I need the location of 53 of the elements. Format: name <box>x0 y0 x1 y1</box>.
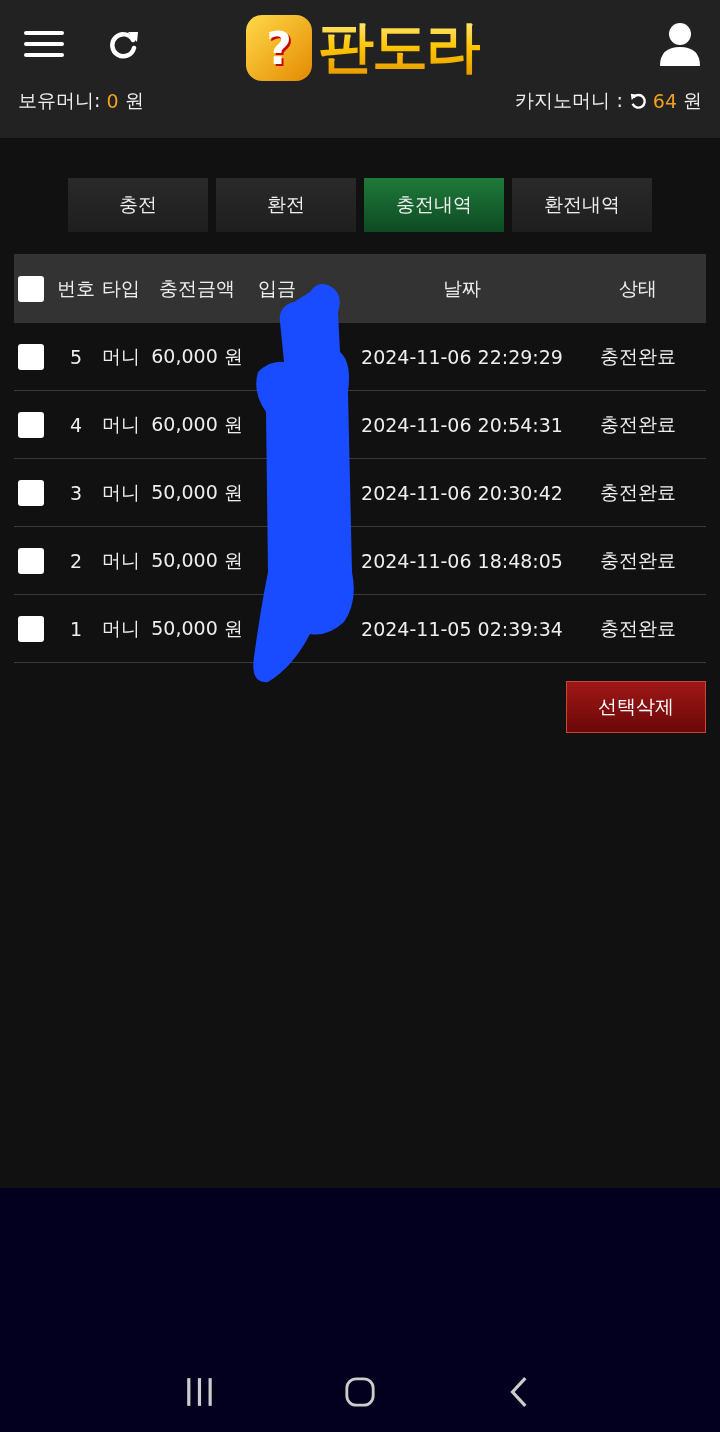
table-cell: 머니 <box>102 480 140 503</box>
table-cell: 머니 <box>102 344 140 367</box>
checkbox[interactable] <box>18 547 44 574</box>
tab[interactable]: 충전 <box>68 178 208 232</box>
table-cell: 2 <box>69 549 83 572</box>
table-cell: 50,000 원 <box>151 480 243 503</box>
tab[interactable]: 환전내역 <box>512 178 652 232</box>
column-header: 충전금액 <box>159 276 235 299</box>
column-header: 타입 <box>102 276 140 299</box>
column-header: 날짜 <box>443 276 481 299</box>
table-cell: 충전완료 <box>600 616 676 639</box>
home-icon[interactable] <box>344 1376 376 1408</box>
table-cell: 2024-11-06 18:48:05 <box>361 549 563 572</box>
tab[interactable]: 환전 <box>216 178 356 232</box>
table-cell: 2024-11-05 02:39:34 <box>361 617 563 640</box>
column-header: 입금 <box>258 276 296 299</box>
table-cell: 60,000 원 <box>151 344 243 367</box>
table-cell: 3 <box>69 481 83 504</box>
casino-money-value: 64 <box>652 90 677 112</box>
table-cell: 2024-11-06 20:30:42 <box>361 481 563 504</box>
table-cell: 충전완료 <box>600 344 676 367</box>
table-cell: 머니 <box>102 616 140 639</box>
checkbox[interactable] <box>18 343 44 370</box>
logo-mark: ? <box>246 15 312 81</box>
refresh-icon[interactable] <box>628 92 647 110</box>
checkbox[interactable] <box>18 411 44 438</box>
column-header: 번호 <box>57 276 95 299</box>
table-cell: 2024-11-06 22:29:29 <box>361 345 563 368</box>
table-cell: 5 <box>69 345 83 368</box>
table-cell: 머니 <box>102 412 140 435</box>
currency-unit: 원 <box>683 88 702 113</box>
table-cell: 1 <box>69 617 83 640</box>
currency-unit: 원 <box>124 88 144 113</box>
checkbox[interactable] <box>18 615 44 642</box>
tab[interactable]: 충전내역 <box>364 178 504 232</box>
table-cell: 60,000 원 <box>151 412 243 435</box>
column-header: 상태 <box>619 276 657 299</box>
menu-icon[interactable] <box>24 29 64 59</box>
table-cell: 충전완료 <box>600 548 676 571</box>
checkbox[interactable] <box>18 479 44 506</box>
delete-selected-button[interactable]: 선택삭제 <box>566 681 706 733</box>
table-cell: 2024-11-06 20:54:31 <box>361 413 563 436</box>
table-cell: 충전완료 <box>600 480 676 503</box>
holding-money-label: 보유머니: <box>18 88 101 113</box>
checkbox[interactable] <box>18 275 44 302</box>
table-cell: 50,000 원 <box>151 616 243 639</box>
casino-money-label: 카지노머니 : <box>515 88 623 113</box>
user-icon[interactable] <box>660 22 700 66</box>
table-cell: 50,000 원 <box>151 548 243 571</box>
table-cell: 충전완료 <box>600 412 676 435</box>
table-cell: 4 <box>69 413 83 436</box>
holding-money-value: 0 <box>106 90 119 112</box>
table-cell: 머니 <box>102 548 140 571</box>
